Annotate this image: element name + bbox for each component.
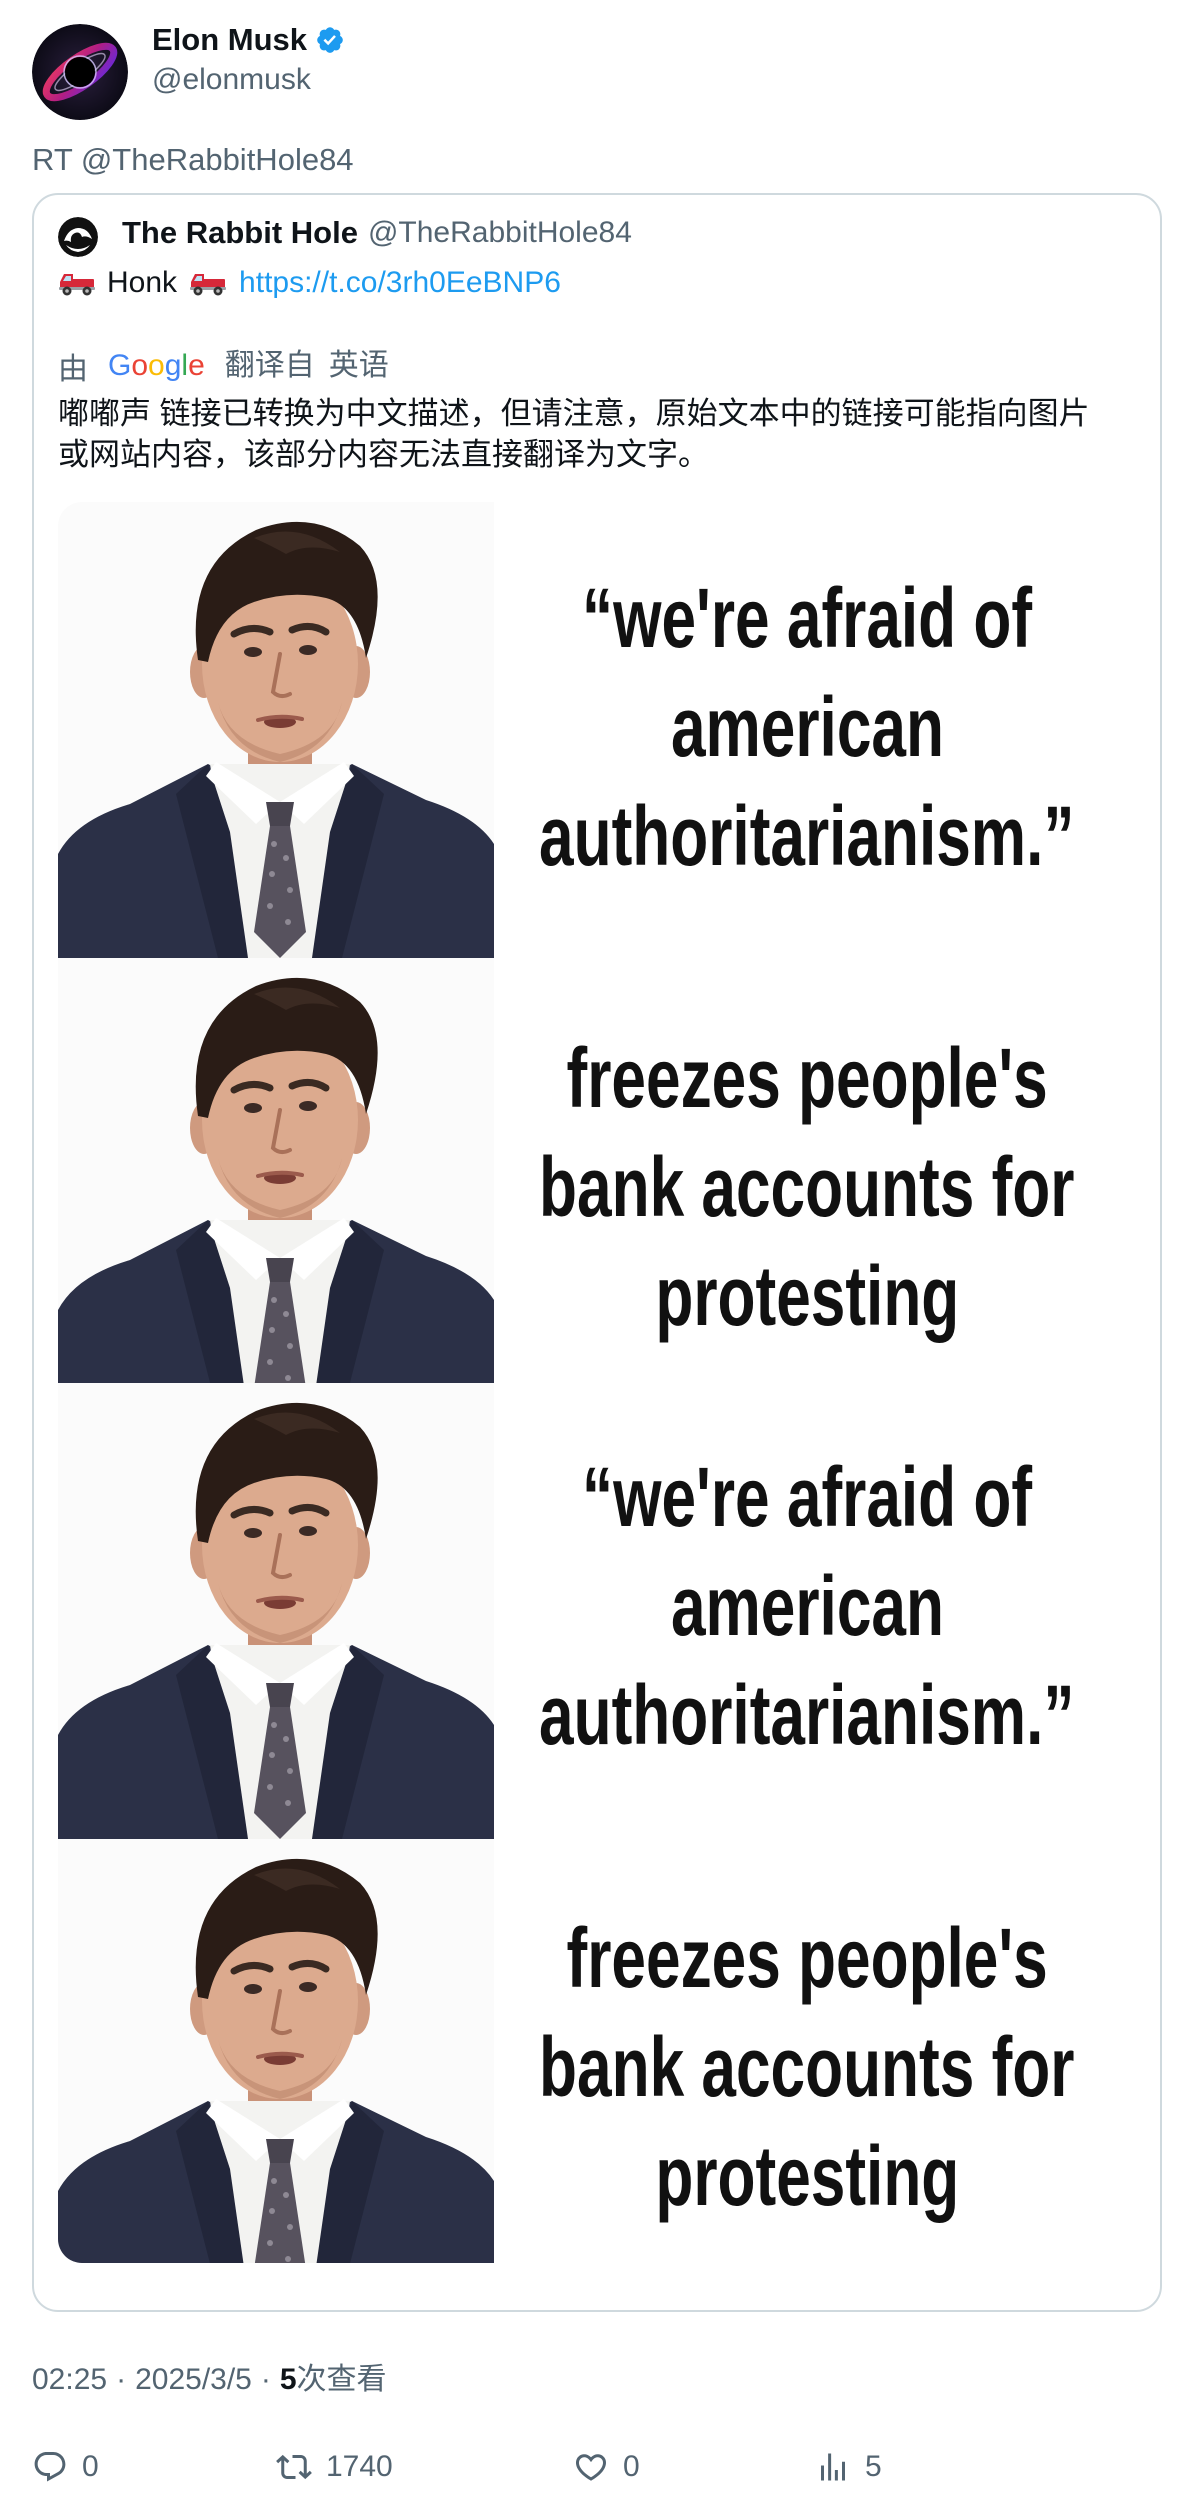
google-logo-letter: G — [108, 349, 132, 382]
black-hole-avatar-icon — [32, 24, 128, 120]
caption-line: freezes people's — [566, 1911, 1048, 2005]
caption-line-row: american — [494, 673, 1120, 782]
caption-line: protesting — [655, 2129, 959, 2223]
translation-label: 翻译自 — [224, 349, 315, 382]
like-button[interactable]: 0 — [573, 2447, 640, 2487]
quoted-author-handle[interactable]: @TheRabbitHole84 — [368, 213, 632, 253]
tweet-media-image[interactable]: “we're afraid of american authoritariani… — [58, 502, 1140, 2263]
caption-line-row: authoritarianism.” — [494, 782, 1120, 891]
meme-panel: freezes people's bank accounts for prote… — [58, 1839, 1140, 2263]
verified-badge-icon — [315, 25, 345, 55]
caption-line: authoritarianism.” — [539, 1668, 1075, 1762]
quoted-author-name[interactable]: The Rabbit Hole — [122, 213, 358, 253]
views-count: 5 — [279, 2363, 297, 2396]
pickup-truck-icon — [189, 268, 227, 298]
reply-button[interactable]: 0 — [32, 2447, 99, 2487]
retweet-icon — [276, 2449, 312, 2485]
caption-line: protesting — [655, 1249, 959, 1343]
views-action-count: 5 — [865, 2450, 882, 2483]
meme-panel: freezes people's bank accounts for prote… — [58, 958, 1140, 1383]
google-logo: Google — [108, 346, 205, 386]
pickup-truck-icon — [58, 268, 96, 298]
quoted-author-avatar[interactable] — [58, 217, 98, 257]
like-count: 0 — [623, 2450, 640, 2483]
caption-line: bank accounts for — [539, 2020, 1075, 2114]
portrait-photo — [58, 502, 494, 958]
portrait-photo — [58, 958, 494, 1383]
caption-line-row: authoritarianism.” — [494, 1661, 1120, 1770]
reply-count: 0 — [82, 2450, 99, 2483]
translated-text-line: 嘟嘟声 链接已转换为中文描述，但请注意，原始文本中的链接可能指向图片 — [58, 396, 1090, 431]
tweet-date[interactable]: 2025/3/5 — [135, 2360, 252, 2400]
meme-caption: “we're afraid of american authoritariani… — [494, 564, 1120, 891]
caption-line-row: “we're afraid of — [494, 1443, 1120, 1552]
translation-prefix: 由 — [58, 353, 88, 386]
meme-caption: freezes people's bank accounts for prote… — [494, 1904, 1120, 2231]
google-logo-letter: e — [188, 349, 205, 382]
meta-separator: · — [260, 2363, 271, 2396]
translation-language: 英语 — [328, 349, 389, 382]
translated-text-line: 或网站内容，该部分内容无法直接翻译为文字。 — [58, 437, 709, 472]
quoted-author-row: The Rabbit Hole @TheRabbitHole84 — [122, 213, 632, 253]
meme-panel: “we're afraid of american authoritariani… — [58, 502, 1140, 958]
caption-line-row: freezes people's — [494, 1904, 1120, 2013]
caption-line: authoritarianism.” — [539, 789, 1075, 883]
caption-line: “we're afraid of — [581, 571, 1033, 665]
caption-line: freezes people's — [566, 1031, 1048, 1125]
retweet-button[interactable]: 1740 — [276, 2447, 393, 2487]
tweet-meta: 02:25 · 2025/3/5 · 5 次查看 — [32, 2360, 387, 2400]
caption-line: american — [670, 1559, 944, 1653]
quoted-tweet-card[interactable]: The Rabbit Hole @TheRabbitHole84 Honk ht… — [32, 193, 1162, 2312]
quoted-tweet-text: Honk https://t.co/3rh0EeBNP6 — [58, 263, 561, 303]
caption-line: bank accounts for — [539, 1140, 1075, 1234]
author-avatar[interactable] — [32, 24, 128, 120]
tweet-time[interactable]: 02:25 — [32, 2360, 107, 2400]
reply-icon — [32, 2449, 68, 2485]
caption-line: american — [670, 680, 944, 774]
google-logo-letter: o — [131, 349, 149, 382]
caption-line-row: protesting — [494, 1242, 1120, 1351]
retweet-text: RT @TheRabbitHole84 — [32, 142, 354, 177]
caption-line-row: “we're afraid of — [494, 564, 1120, 673]
caption-line-row: protesting — [494, 2122, 1120, 2231]
translated-text: 嘟嘟声 链接已转换为中文描述，但请注意，原始文本中的链接可能指向图片 或网站内容… — [58, 393, 1148, 475]
caption-line-row: bank accounts for — [494, 1133, 1120, 1242]
rabbit-hole-avatar-icon — [58, 217, 98, 257]
author-name-row: Elon Musk — [152, 20, 345, 60]
views-icon — [815, 2449, 851, 2485]
translation-attribution: 由 Google 翻译自 英语 — [58, 346, 389, 386]
google-logo-letter: g — [164, 349, 182, 382]
tweet-link[interactable]: https://t.co/3rh0EeBNP6 — [239, 263, 561, 303]
retweet-count: 1740 — [326, 2450, 393, 2483]
caption-line-row: bank accounts for — [494, 2013, 1120, 2122]
like-icon — [573, 2449, 609, 2485]
views-button[interactable]: 5 — [815, 2447, 882, 2487]
author-name[interactable]: Elon Musk — [152, 20, 307, 60]
portrait-photo — [58, 1383, 494, 1839]
meta-separator: · — [116, 2363, 127, 2396]
tweet-word: Honk — [107, 266, 178, 299]
meme-panel: “we're afraid of american authoritariani… — [58, 1383, 1140, 1839]
caption-line-row: american — [494, 1552, 1120, 1661]
caption-line-row: freezes people's — [494, 1024, 1120, 1133]
google-logo-letter: o — [148, 349, 165, 382]
caption-line: “we're afraid of — [581, 1450, 1033, 1544]
meme-caption: “we're afraid of american authoritariani… — [494, 1443, 1120, 1770]
views-label: 次查看 — [296, 2363, 387, 2396]
meme-caption: freezes people's bank accounts for prote… — [494, 1024, 1120, 1351]
author-handle[interactable]: @elonmusk — [152, 60, 311, 100]
portrait-photo — [58, 1839, 494, 2263]
